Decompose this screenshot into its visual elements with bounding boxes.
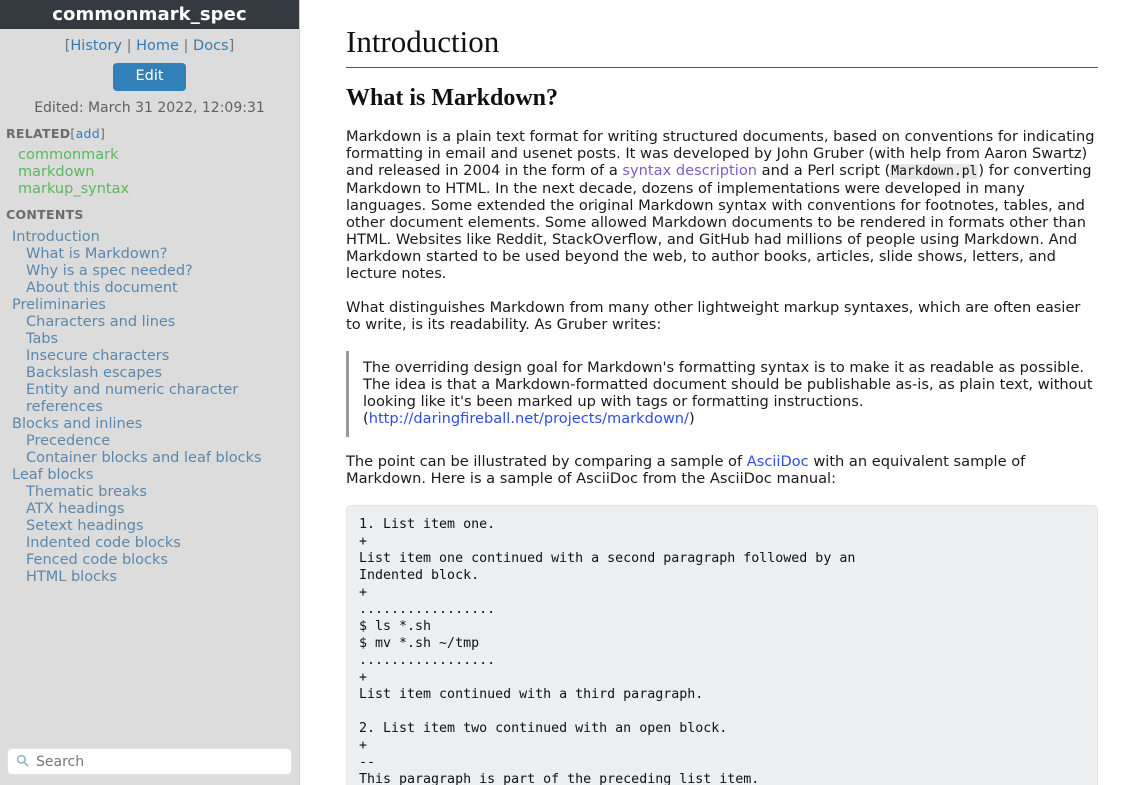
contents-item[interactable]: Backslash escapes	[12, 365, 299, 382]
contents-item[interactable]: Setext headings	[12, 518, 299, 535]
contents-list: IntroductionWhat is Markdown?Why is a sp…	[0, 222, 299, 586]
nav-close-bracket: ]	[229, 38, 235, 54]
related-link[interactable]: commonmark	[18, 147, 299, 164]
nav-separator-1: |	[127, 38, 132, 54]
paragraph-readability: What distinguishes Markdown from many ot…	[346, 300, 1098, 334]
search-box[interactable]	[7, 748, 292, 775]
contents-item[interactable]: Preliminaries	[12, 297, 299, 314]
contents-item[interactable]: HTML blocks	[12, 569, 299, 586]
related-heading-label: RELATED	[6, 126, 70, 141]
sidebar: commonmark_spec [History | Home | Docs] …	[0, 0, 300, 785]
nav-link-docs[interactable]: Docs	[193, 38, 229, 54]
search-input[interactable]	[34, 753, 283, 771]
contents-item[interactable]: Indented code blocks	[12, 535, 299, 552]
app-window: commonmark_spec [History | Home | Docs] …	[0, 0, 1143, 785]
contents-item[interactable]: About this document	[12, 280, 299, 297]
contents-item[interactable]: Entity and numeric character references	[12, 382, 299, 416]
contents-item[interactable]: Container blocks and leaf blocks	[12, 450, 299, 467]
sidebar-header: commonmark_spec	[0, 0, 299, 29]
main-content: Introduction What is Markdown? Markdown …	[300, 0, 1143, 785]
contents-section-heading: CONTENTS	[0, 198, 299, 222]
contents-item[interactable]: Precedence	[12, 433, 299, 450]
related-link[interactable]: markup_syntax	[18, 181, 299, 198]
nav-link-history[interactable]: History	[70, 38, 122, 54]
paragraph-part-3: ) for converting Markdown to HTML. In th…	[346, 162, 1092, 281]
heading-introduction: Introduction	[346, 24, 1098, 68]
related-close-bracket: ]	[100, 126, 105, 141]
contents-item[interactable]: ATX headings	[12, 501, 299, 518]
daringfireball-link[interactable]: http://daringfireball.net/projects/markd…	[369, 410, 689, 427]
related-link[interactable]: markdown	[18, 164, 299, 181]
nav-separator-2: |	[184, 38, 189, 54]
contents-item[interactable]: Why is a spec needed?	[12, 263, 299, 280]
contents-item[interactable]: Blocks and inlines	[12, 416, 299, 433]
asciidoc-part-1: The point can be illustrated by comparin…	[346, 453, 747, 470]
paragraph-asciidoc: The point can be illustrated by comparin…	[346, 454, 1098, 488]
related-section-heading: RELATED[add]	[0, 117, 299, 141]
related-links-list: commonmarkmarkdownmarkup_syntax	[0, 141, 299, 198]
asciidoc-code-sample: 1. List item one. + List item one contin…	[346, 505, 1098, 785]
last-edited-timestamp: Edited: March 31 2022, 12:09:31	[0, 91, 299, 117]
blockquote-text: The overriding design goal for Markdown'…	[363, 360, 1098, 428]
sidebar-nav-links: [History | Home | Docs]	[0, 29, 299, 56]
document-body: Introduction What is Markdown? Markdown …	[346, 24, 1098, 785]
nav-link-home[interactable]: Home	[136, 38, 179, 54]
blockquote-tail: )	[689, 410, 695, 427]
syntax-description-link[interactable]: syntax description	[622, 162, 757, 179]
search-icon	[16, 754, 29, 769]
contents-item[interactable]: Introduction	[12, 229, 299, 246]
add-related-link[interactable]: add	[76, 126, 100, 141]
paragraph-part-2: and a Perl script (	[757, 162, 890, 179]
search-container	[7, 748, 292, 775]
paragraph-markdown-intro: Markdown is a plain text format for writ…	[346, 129, 1098, 282]
contents-item[interactable]: Insecure characters	[12, 348, 299, 365]
edit-button-container: Edit	[0, 56, 299, 91]
gruber-blockquote: The overriding design goal for Markdown'…	[346, 351, 1098, 437]
inline-code-markdown-pl: Markdown.pl	[890, 164, 978, 179]
contents-item[interactable]: What is Markdown?	[12, 246, 299, 263]
contents-item[interactable]: Tabs	[12, 331, 299, 348]
page-title: commonmark_spec	[52, 6, 246, 24]
asciidoc-link[interactable]: AsciiDoc	[747, 453, 809, 470]
contents-item[interactable]: Thematic breaks	[12, 484, 299, 501]
edit-button[interactable]: Edit	[113, 63, 185, 91]
heading-what-is-markdown: What is Markdown?	[346, 84, 1098, 113]
contents-item[interactable]: Characters and lines	[12, 314, 299, 331]
contents-item[interactable]: Fenced code blocks	[12, 552, 299, 569]
contents-item[interactable]: Leaf blocks	[12, 467, 299, 484]
